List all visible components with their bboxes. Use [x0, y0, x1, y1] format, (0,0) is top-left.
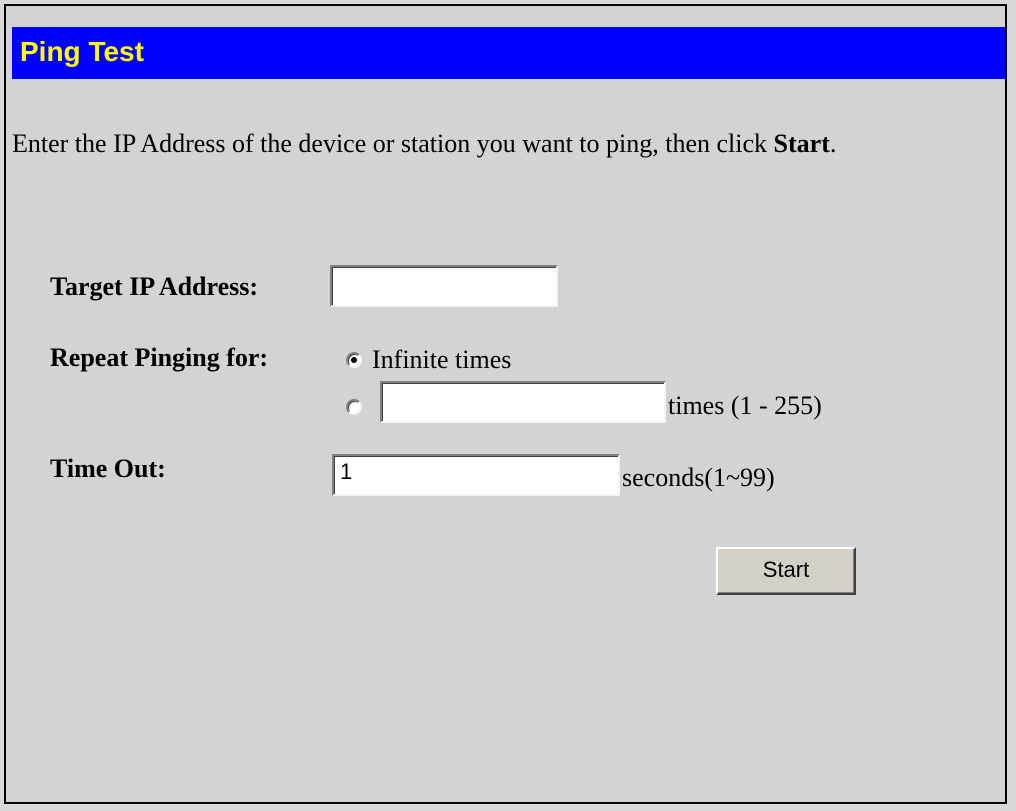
timeout-input[interactable]: 1 [332, 454, 620, 496]
instructions-body: Enter the IP Address of the device or st… [12, 129, 774, 158]
target-ip-input[interactable] [330, 265, 558, 307]
target-ip-label: Target IP Address: [50, 272, 259, 301]
instructions-text: Enter the IP Address of the device or st… [12, 124, 982, 164]
repeat-count-input[interactable] [380, 381, 666, 423]
radio-count[interactable] [346, 399, 362, 415]
timeout-range: seconds(1~99) [622, 463, 775, 492]
radio-selected-dot [351, 357, 357, 363]
panel-header: Ping Test [12, 27, 1005, 79]
instructions-suffix: . [829, 129, 837, 158]
start-button[interactable]: Start [716, 547, 856, 595]
repeat-count-range: times (1 - 255) [668, 391, 822, 420]
radio-infinite-label: Infinite times [372, 345, 512, 374]
radio-infinite[interactable] [346, 352, 362, 368]
repeat-pinging-label: Repeat Pinging for: [50, 343, 269, 372]
timeout-label: Time Out: [50, 454, 166, 483]
instructions-emphasis: Start [773, 129, 830, 158]
page-title: Ping Test [20, 36, 144, 67]
ping-test-panel: Ping Test Enter the IP Address of the de… [4, 4, 1007, 804]
